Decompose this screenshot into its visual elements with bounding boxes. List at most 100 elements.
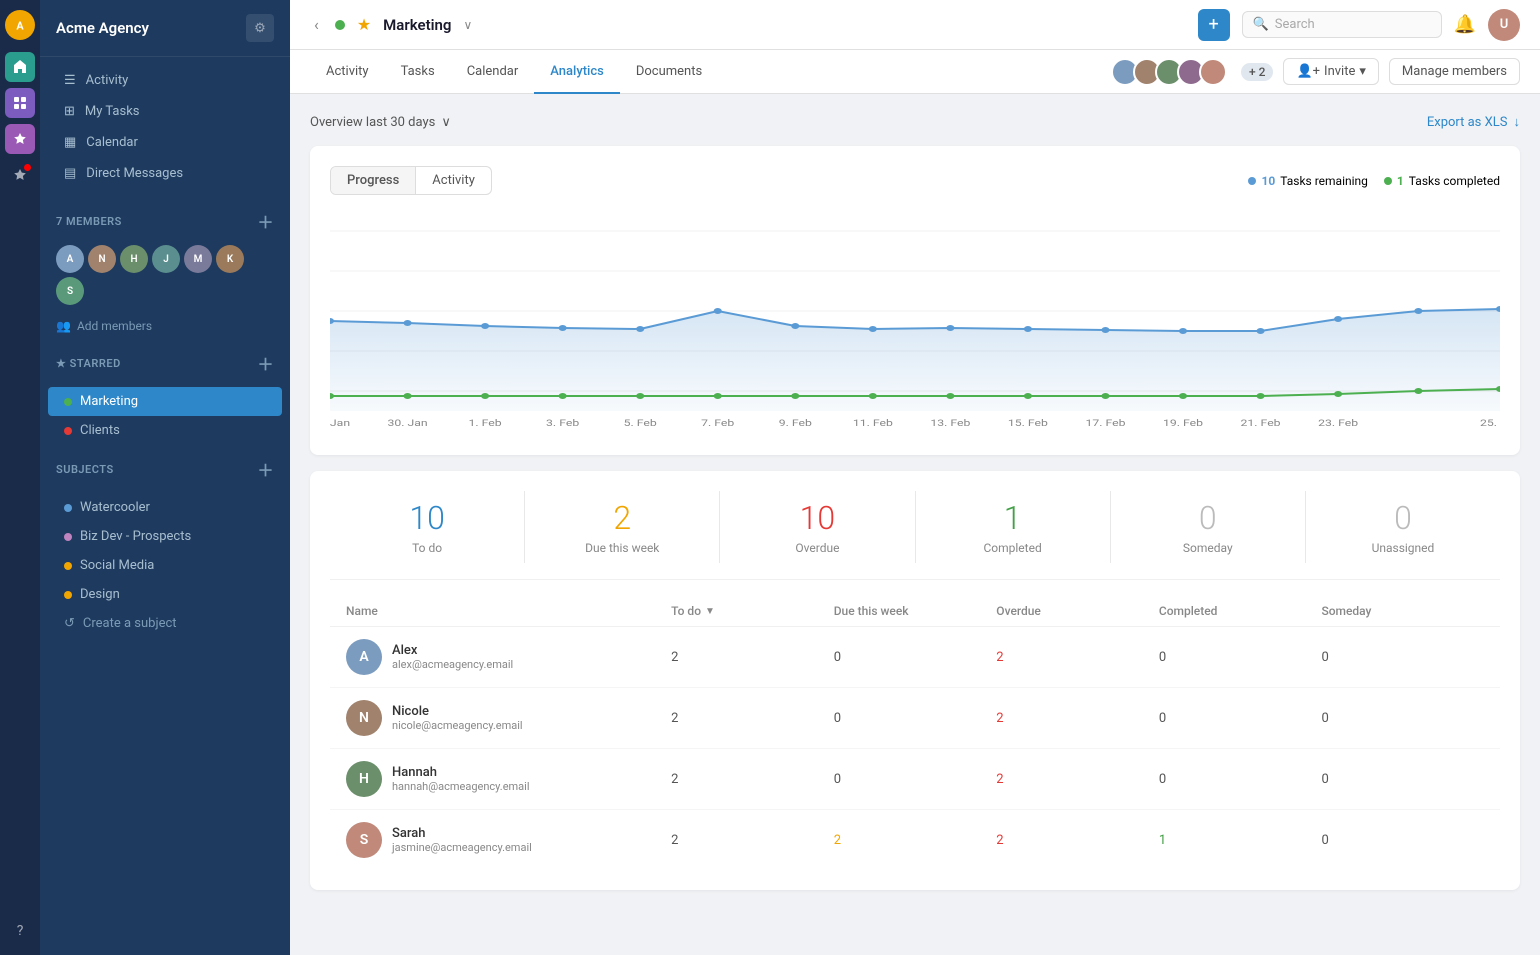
member-avatar-6[interactable]: K: [216, 245, 244, 273]
stat-todo-label: To do: [338, 541, 516, 555]
member-avatar-2[interactable]: N: [88, 245, 116, 273]
alex-overdue: 2: [996, 650, 1159, 665]
add-subject-icon[interactable]: ＋: [257, 457, 274, 481]
export-button[interactable]: Export as XLS ↓: [1427, 114, 1520, 130]
tab-activity[interactable]: Activity: [310, 50, 385, 94]
add-starred-icon[interactable]: ＋: [257, 351, 274, 375]
svg-text:25. Feb: 25. Feb: [1480, 418, 1500, 429]
overview-range-dropdown[interactable]: Overview last 30 days ∨: [310, 115, 451, 130]
hannah-name: Hannah: [392, 765, 530, 780]
alex-email: alex@acmeagency.email: [392, 658, 513, 671]
design-dot: [64, 591, 72, 599]
stat-unassigned-label: Unassigned: [1314, 541, 1492, 555]
invite-button[interactable]: 👤+ Invite ▾: [1283, 58, 1378, 85]
user-avatar[interactable]: U: [1488, 9, 1520, 41]
member-avatar-5[interactable]: M: [184, 245, 212, 273]
member-avatar-7[interactable]: S: [56, 277, 84, 305]
icon-bar-item-1[interactable]: [5, 88, 35, 118]
svg-text:17. Feb: 17. Feb: [1085, 418, 1125, 429]
alex-completed: 0: [1159, 650, 1322, 665]
create-subject-label: Create a subject: [83, 616, 177, 631]
icon-bar-item-2[interactable]: [5, 124, 35, 154]
icon-bar-help[interactable]: ?: [17, 923, 24, 939]
row-user-sarah: S Sarah jasmine@acmeagency.email: [346, 822, 671, 858]
member-avatar-1[interactable]: A: [56, 245, 84, 273]
tab-documents[interactable]: Documents: [620, 50, 718, 94]
sidebar-header: Acme Agency ⚙: [40, 0, 290, 57]
svg-text:3. Feb: 3. Feb: [546, 418, 579, 429]
manage-members-button[interactable]: Manage members: [1389, 58, 1520, 85]
add-members-button[interactable]: 👥 Add members: [40, 313, 290, 339]
nicole-email: nicole@acmeagency.email: [392, 719, 523, 732]
alex-someday: 0: [1321, 650, 1484, 665]
workspace-title: Acme Agency: [56, 19, 149, 37]
gear-button[interactable]: ⚙: [246, 14, 274, 42]
legend-completed-dot: [1384, 177, 1392, 185]
back-button[interactable]: ‹: [310, 11, 323, 38]
tab-calendar[interactable]: Calendar: [451, 50, 535, 94]
chart-card: Progress Activity 10 Tasks remaining 1 T…: [310, 146, 1520, 455]
icon-bar: A ?: [0, 0, 40, 955]
chart-tab-activity[interactable]: Activity: [416, 167, 491, 194]
stat-completed: 1 Completed: [916, 491, 1111, 563]
add-button[interactable]: +: [1198, 9, 1230, 41]
table-row: S Sarah jasmine@acmeagency.email 2 2 2 1…: [330, 810, 1500, 870]
subnav: Activity Tasks Calendar Analytics Docume…: [290, 50, 1540, 94]
subject-item-design[interactable]: Design: [48, 580, 282, 609]
tab-tasks[interactable]: Tasks: [385, 50, 451, 94]
search-box[interactable]: 🔍 Search: [1242, 11, 1442, 38]
stats-card: 10 To do 2 Due this week 10 Overdue 1 Co…: [310, 471, 1520, 890]
svg-text:23. Feb: 23. Feb: [1318, 418, 1358, 429]
subject-bizdev-label: Biz Dev - Prospects: [80, 529, 191, 544]
col-header-todo[interactable]: To do ▼: [671, 604, 834, 618]
main-content: ‹ ★ Marketing ∨ + 🔍 Search 🔔 U Activity …: [290, 0, 1540, 955]
sidebar-item-my-tasks[interactable]: ⊞ My Tasks: [48, 96, 282, 127]
invite-icon: 👤+: [1296, 64, 1320, 79]
member-avatar-3[interactable]: H: [120, 245, 148, 273]
notifications-bell-icon[interactable]: 🔔: [1454, 14, 1476, 35]
chart-legend: 10 Tasks remaining 1 Tasks completed: [1248, 174, 1500, 188]
sarah-completed: 1: [1159, 833, 1322, 848]
svg-text:9. Feb: 9. Feb: [779, 418, 812, 429]
icon-bar-home[interactable]: [5, 52, 35, 82]
legend-remaining-dot: [1248, 177, 1256, 185]
sidebar-item-activity[interactable]: ☰ Activity: [48, 65, 282, 96]
sidebar-item-direct-messages[interactable]: ▤ Direct Messages: [48, 158, 282, 189]
legend-remaining-label: Tasks remaining: [1280, 174, 1368, 188]
chart-header: Progress Activity 10 Tasks remaining 1 T…: [330, 166, 1500, 195]
sarah-avatar: S: [346, 822, 382, 858]
add-member-icon[interactable]: ＋: [257, 209, 274, 233]
project-chevron-icon[interactable]: ∨: [463, 18, 472, 32]
marketing-dot: [64, 398, 72, 406]
sidebar-item-calendar[interactable]: ▦ Calendar: [48, 127, 282, 158]
hannah-someday: 0: [1321, 772, 1484, 787]
stat-overdue: 10 Overdue: [720, 491, 915, 563]
add-members-icon: 👥: [56, 319, 71, 333]
icon-bar-item-3[interactable]: [5, 160, 35, 190]
subject-item-social-media[interactable]: Social Media: [48, 551, 282, 580]
stat-due-value: 2: [533, 499, 711, 537]
watercooler-dot: [64, 504, 72, 512]
hannah-overdue: 2: [996, 772, 1159, 787]
starred-item-clients[interactable]: Clients: [48, 416, 282, 445]
col-header-completed: Completed: [1159, 604, 1322, 618]
tab-analytics[interactable]: Analytics: [534, 50, 620, 94]
sarah-todo: 2: [671, 833, 834, 848]
app-logo[interactable]: A: [5, 10, 35, 40]
chart-tab-progress[interactable]: Progress: [331, 167, 416, 194]
member-avatar-4[interactable]: J: [152, 245, 180, 273]
starred-item-marketing[interactable]: Marketing: [48, 387, 282, 416]
subject-item-watercooler[interactable]: Watercooler: [48, 493, 282, 522]
messages-icon: ▤: [64, 166, 76, 181]
project-star-icon[interactable]: ★: [357, 15, 371, 34]
legend-remaining-count: 10: [1261, 174, 1275, 188]
subjects-section: SUBJECTS ＋: [40, 445, 290, 493]
hannah-avatar: H: [346, 761, 382, 797]
stat-someday-value: 0: [1119, 499, 1297, 537]
subnav-tabs: Activity Tasks Calendar Analytics Docume…: [310, 50, 1111, 93]
mini-avatar-5[interactable]: [1199, 58, 1227, 86]
subject-item-bizdev[interactable]: Biz Dev - Prospects: [48, 522, 282, 551]
hannah-email: hannah@acmeagency.email: [392, 780, 530, 793]
svg-text:1. Feb: 1. Feb: [469, 418, 502, 429]
create-subject-button[interactable]: ↺ Create a subject: [48, 609, 282, 638]
